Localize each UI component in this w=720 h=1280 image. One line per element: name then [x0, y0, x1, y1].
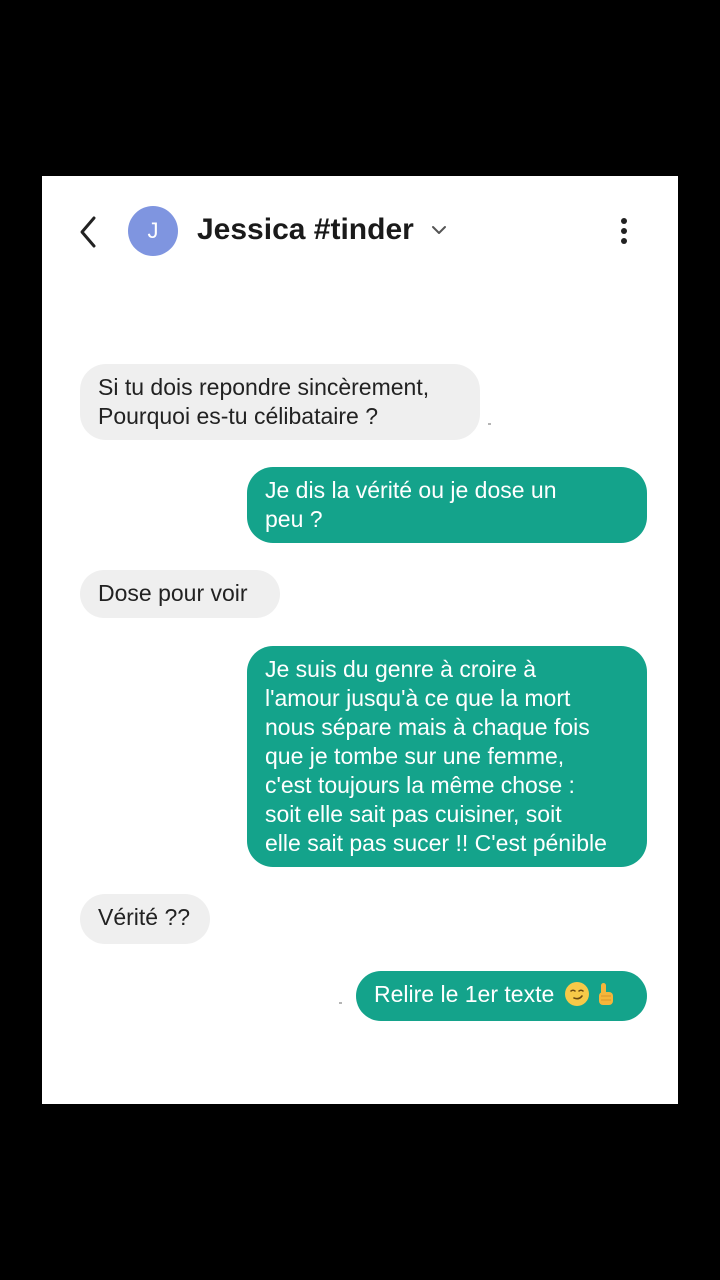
back-button[interactable] [72, 212, 108, 252]
message-tick [339, 1002, 342, 1004]
message-line: peu ? [265, 506, 323, 532]
message-line: soit elle sait pas cuisiner, soit [265, 801, 562, 827]
contact-name[interactable]: Jessica #tinder [197, 212, 414, 248]
message-line: nous sépare mais à chaque fois [265, 714, 590, 740]
thumbs-up-emoji [597, 981, 615, 1007]
outgoing-message[interactable]: Relire le 1er texte [356, 971, 647, 1021]
message-line: l'amour jusqu'à ce que la mort [265, 685, 571, 711]
message-line: Si tu dois repondre sincèrement, [98, 374, 430, 400]
message-line: Je dis la vérité ou je dose un [265, 477, 557, 503]
conversation-header: J Jessica #tinder [42, 176, 678, 286]
more-vertical-icon [621, 218, 627, 244]
message-tick [488, 423, 491, 425]
incoming-message[interactable]: Dose pour voir [80, 570, 280, 618]
message-line: Je suis du genre à croire à [265, 656, 537, 682]
more-options-button[interactable] [610, 214, 638, 248]
message-line: c'est toujours la même chose : [265, 772, 575, 798]
incoming-message[interactable]: Vérité ?? [80, 894, 210, 944]
chevron-left-icon [80, 216, 96, 248]
smirking-face-emoji [564, 982, 589, 1006]
message-line: elle sait pas sucer !! C'est pénible [265, 830, 607, 856]
contact-dropdown-button[interactable] [428, 220, 450, 240]
outgoing-message[interactable]: Je suis du genre à croire à l'amour jusq… [247, 646, 647, 867]
message-line: Vérité ?? [98, 904, 191, 930]
incoming-message[interactable]: Si tu dois repondre sincèrement, Pourquo… [80, 364, 480, 440]
message-line: Relire le 1er texte [374, 981, 555, 1007]
chevron-down-icon [432, 226, 446, 234]
message-line: Pourquoi es-tu célibataire ? [98, 403, 378, 429]
outgoing-message[interactable]: Je dis la vérité ou je dose un peu ? [247, 467, 647, 543]
avatar[interactable]: J [128, 206, 178, 256]
message-line: que je tombe sur une femme, [265, 743, 565, 769]
message-line: Dose pour voir [98, 580, 248, 606]
conversation-screen: J Jessica #tinder Si tu dois repondre si… [42, 176, 678, 1104]
